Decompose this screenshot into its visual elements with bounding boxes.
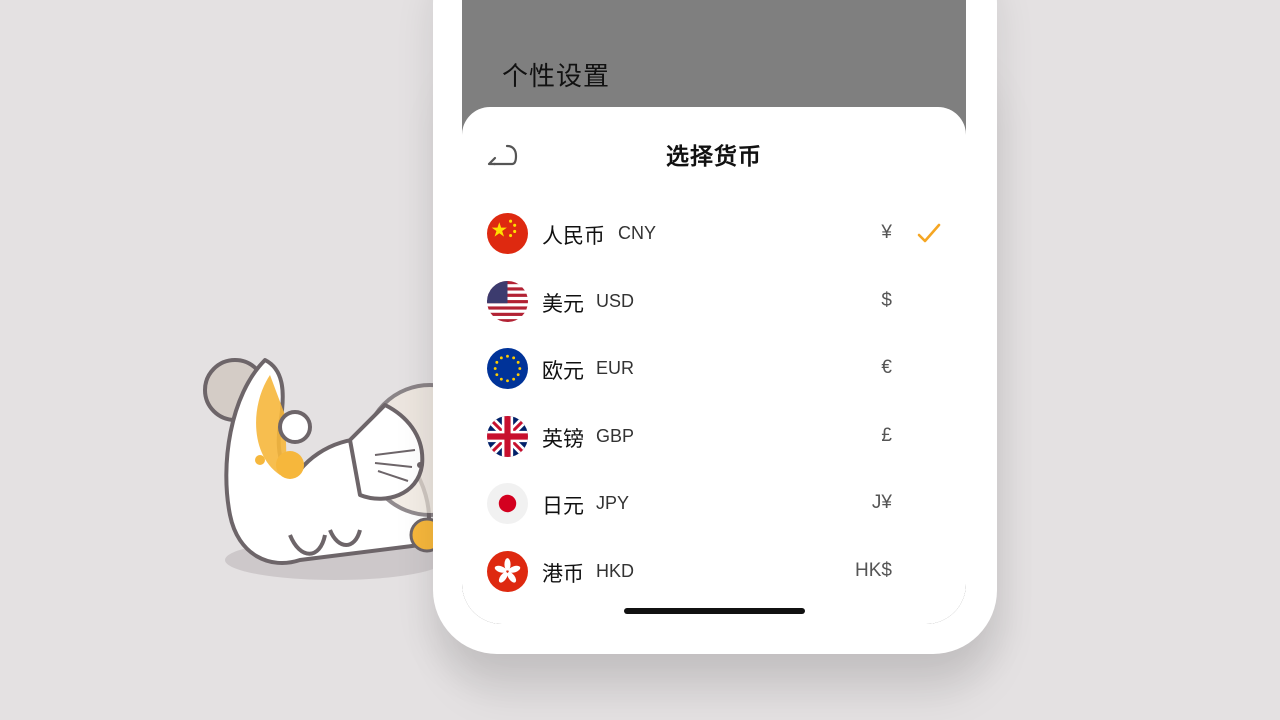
currency-code: GBP <box>596 425 635 446</box>
currency-row-eur[interactable]: 欧元 EUR € <box>462 335 966 403</box>
currency-code: USD <box>596 290 635 311</box>
currency-code: EUR <box>596 358 635 378</box>
currency-list: 人民币 CNY ¥ 美元 USD $ 欧元 EUR € 英镑 GBP £ 日元 … <box>462 200 966 605</box>
currency-row-cny[interactable]: 人民币 CNY ¥ <box>462 200 966 268</box>
checkmark-icon <box>917 223 941 243</box>
currency-name: 人民币 <box>542 224 605 248</box>
currency-row-jpy[interactable]: 日元 JPY J¥ <box>462 470 966 538</box>
currency-symbol: HK$ <box>855 559 892 581</box>
currency-symbol: € <box>881 357 892 378</box>
currency-symbol: £ <box>881 424 892 446</box>
currency-code: CNY <box>618 223 657 243</box>
usa-flag-icon <box>487 280 528 322</box>
currency-code: JPY <box>596 493 630 513</box>
sheet-title: 选择货币 <box>666 144 762 170</box>
currency-name: 港币 <box>542 561 584 586</box>
currency-row-hkd[interactable]: 港币 HKD HK$ <box>462 538 966 606</box>
japan-flag-icon <box>487 483 528 524</box>
currency-name: 欧元 <box>542 359 584 383</box>
currency-name: 美元 <box>542 291 584 316</box>
sheet-header: 选择货币 <box>462 107 966 203</box>
uk-flag-icon <box>487 415 528 457</box>
currency-row-gbp[interactable]: 英镑 GBP £ <box>462 403 966 471</box>
currency-symbol: $ <box>881 289 892 311</box>
home-indicator[interactable] <box>624 608 805 614</box>
hongkong-flag-icon <box>487 550 528 592</box>
eu-flag-icon <box>487 348 528 389</box>
currency-symbol: J¥ <box>871 492 892 513</box>
phone-screen: 个性设置 选择货币 人民币 CNY ¥ 美元 USD $ 欧元 EUR € 英镑… <box>462 0 966 624</box>
currency-symbol: ¥ <box>881 222 892 243</box>
settings-page-title: 个性设置 <box>502 62 611 92</box>
currency-name: 日元 <box>542 494 584 518</box>
china-flag-icon <box>487 213 528 254</box>
currency-row-usd[interactable]: 美元 USD $ <box>462 268 966 336</box>
currency-picker-sheet: 选择货币 人民币 CNY ¥ 美元 USD $ 欧元 EUR € 英镑 GBP … <box>462 107 966 624</box>
currency-name: 英镑 <box>542 426 584 451</box>
currency-code: HKD <box>596 560 635 581</box>
